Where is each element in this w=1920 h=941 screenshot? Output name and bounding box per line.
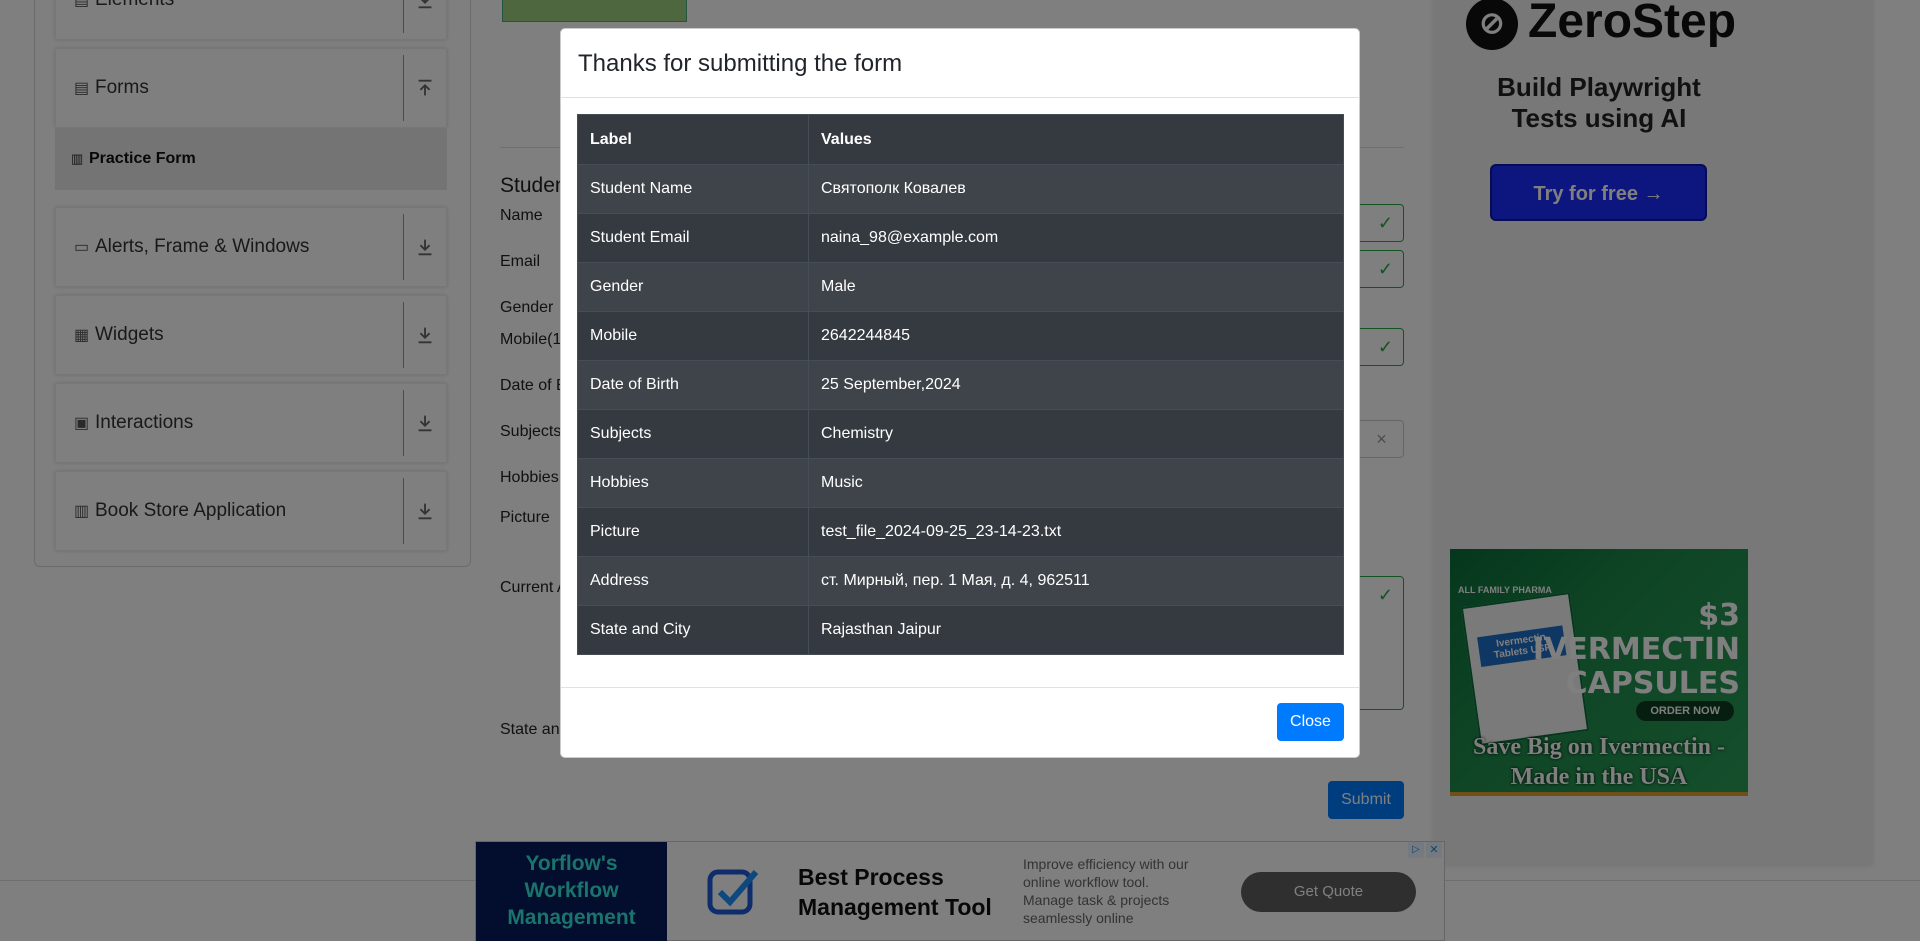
table-row: Mobile 2642244845 xyxy=(577,311,1344,361)
row-value: Music xyxy=(808,458,1344,508)
table-row: State and City Rajasthan Jaipur xyxy=(577,605,1344,655)
results-table: Label Values Student Name Святополк Ковал… xyxy=(577,114,1344,655)
table-row: Student Email naina_98@example.com xyxy=(577,213,1344,263)
row-label: Address xyxy=(577,556,809,606)
row-value: Chemistry xyxy=(808,409,1344,459)
row-value: Святополк Ковалев xyxy=(808,164,1344,214)
row-label: Picture xyxy=(577,507,809,557)
row-value: ст. Мирный, пер. 1 Мая, д. 4, 962511 xyxy=(808,556,1344,606)
submission-modal: Thanks for submitting the form Label Val… xyxy=(560,28,1360,758)
row-label: Hobbies xyxy=(577,458,809,508)
column-header-values: Values xyxy=(808,114,1344,165)
table-row: Address ст. Мирный, пер. 1 Мая, д. 4, 962… xyxy=(577,556,1344,606)
row-value: Male xyxy=(808,262,1344,312)
table-row: Gender Male xyxy=(577,262,1344,312)
table-row: Date of Birth 25 September,2024 xyxy=(577,360,1344,410)
row-label: Gender xyxy=(577,262,809,312)
row-label: State and City xyxy=(577,605,809,655)
table-row: Student Name Святополк Ковалев xyxy=(577,164,1344,214)
row-label: Subjects xyxy=(577,409,809,459)
row-label: Date of Birth xyxy=(577,360,809,410)
row-label: Mobile xyxy=(577,311,809,361)
close-button[interactable]: Close xyxy=(1277,703,1344,741)
modal-body: Label Values Student Name Святополк Ковал… xyxy=(577,114,1344,655)
modal-footer: Close xyxy=(561,687,1359,757)
modal-header: Thanks for submitting the form xyxy=(561,29,1359,98)
row-value: 25 September,2024 xyxy=(808,360,1344,410)
row-value: naina_98@example.com xyxy=(808,213,1344,263)
column-header-label: Label xyxy=(577,114,809,165)
row-value: test_file_2024-09-25_23-14-23.txt xyxy=(808,507,1344,557)
table-row: Hobbies Music xyxy=(577,458,1344,508)
row-value: 2642244845 xyxy=(808,311,1344,361)
table-header-row: Label Values xyxy=(577,114,1344,165)
table-row: Subjects Chemistry xyxy=(577,409,1344,459)
modal-title: Thanks for submitting the form xyxy=(578,50,903,77)
table-row: Picture test_file_2024-09-25_23-14-23.txt xyxy=(577,507,1344,557)
row-label: Student Name xyxy=(577,164,809,214)
row-value: Rajasthan Jaipur xyxy=(808,605,1344,655)
row-label: Student Email xyxy=(577,213,809,263)
